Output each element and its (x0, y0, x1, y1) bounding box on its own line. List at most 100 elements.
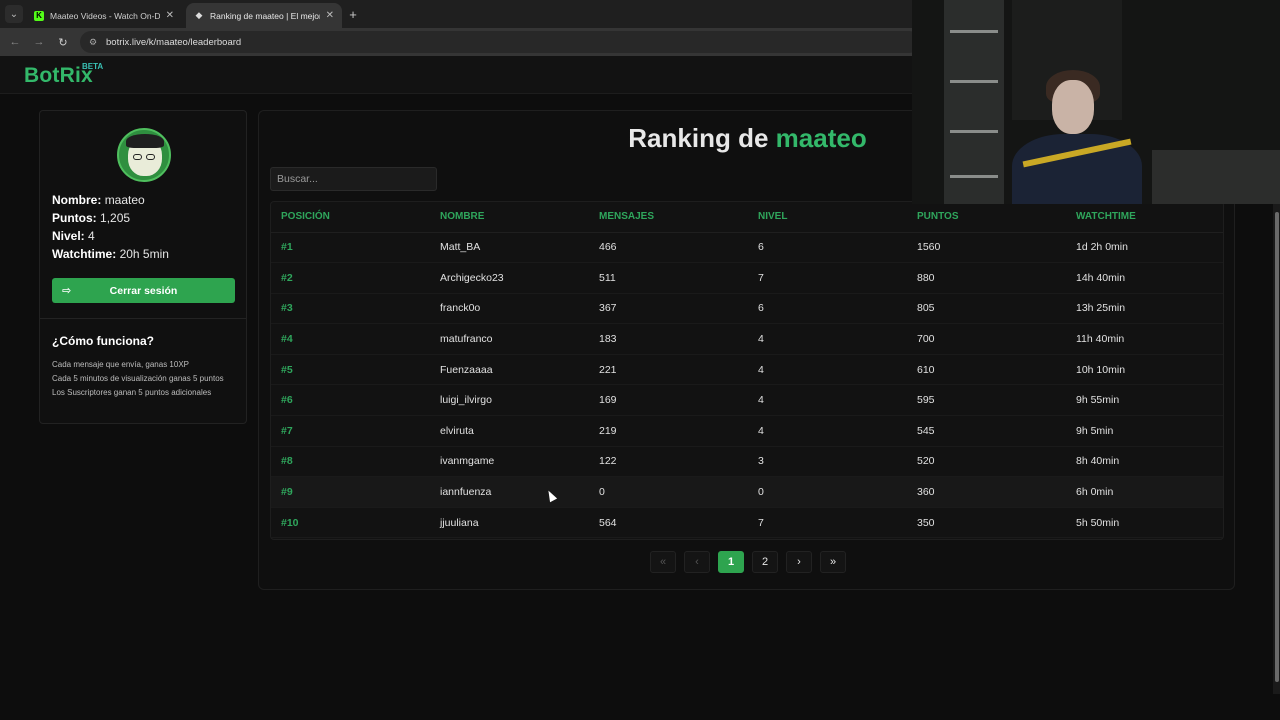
row-points: 700 (907, 323, 1066, 355)
row-name: franck0o (430, 293, 589, 325)
row-messages: 219 (589, 415, 748, 447)
kick-icon: K (34, 10, 44, 21)
row-watchtime: 9h 55min (1066, 384, 1223, 417)
profile-watchtime: Watchtime: 20h 5min (52, 247, 169, 261)
row-watchtime: 8h 40min (1066, 446, 1223, 478)
bookshelf (944, 0, 1004, 204)
row-name: Fuenzaaaa (430, 354, 589, 386)
reload-icon[interactable]: ↻ (56, 35, 70, 49)
webcam-overlay (912, 0, 1280, 204)
table-row[interactable]: #3 franck0o 367 6 805 13h 25min (271, 293, 1223, 325)
table-row[interactable]: #1 Matt_BA 466 6 1560 1d 2h 0min (271, 232, 1223, 264)
next-page-button[interactable]: › (786, 551, 812, 573)
row-points: 595 (907, 384, 1066, 417)
search-input[interactable] (270, 167, 437, 191)
profile-sidebar: Nombre: maateo Puntos: 1,205 Nivel: 4 Wa… (39, 110, 247, 424)
table-row[interactable]: #9 iannfuenza 0 0 360 6h 0min (271, 476, 1223, 508)
row-points: 805 (907, 293, 1066, 325)
row-watchtime: 5h 50min (1066, 507, 1223, 539)
table-row[interactable]: #4 matufranco 183 4 700 11h 40min (271, 323, 1223, 355)
row-messages: 221 (589, 354, 748, 386)
close-icon[interactable]: ✕ (166, 10, 174, 21)
url-text: botrix.live/k/maateo/leaderboard (106, 36, 242, 48)
row-points: 545 (907, 415, 1066, 447)
divider (40, 318, 246, 319)
row-level: 6 (748, 293, 907, 325)
url-field[interactable]: ⚙ botrix.live/k/maateo/leaderboard (80, 31, 920, 53)
row-watchtime: 13h 25min (1066, 293, 1223, 325)
row-messages: 367 (589, 293, 748, 325)
back-arrow-icon[interactable]: ← (8, 35, 22, 49)
page-1-button[interactable]: 1 (718, 551, 744, 573)
row-name: iannfuenza (430, 476, 589, 508)
column-header-name[interactable]: NOMBRE (430, 202, 589, 233)
column-header-messages[interactable]: MENSAJES (589, 202, 748, 233)
row-name: Archigecko23 (430, 262, 589, 294)
row-points: 520 (907, 446, 1066, 478)
row-watchtime: 11h 40min (1066, 323, 1223, 355)
table-header-row: POSICIÓN NOMBRE MENSAJES NIVEL PUNTOS WA… (271, 202, 1223, 233)
logout-icon: ⇨ (62, 285, 72, 297)
prev-page-button[interactable]: ‹ (684, 551, 710, 573)
table-row[interactable]: #5 Fuenzaaaa 221 4 610 10h 10min (271, 354, 1223, 386)
how-item: Cada mensaje que envía, ganas 10XP (52, 360, 189, 369)
row-position: #2 (271, 262, 430, 294)
row-position: #4 (271, 323, 430, 355)
row-points: 880 (907, 262, 1066, 294)
forward-arrow-icon[interactable]: → (32, 35, 46, 49)
beta-badge: BETA (82, 62, 104, 71)
close-icon[interactable]: ✕ (326, 10, 334, 21)
row-messages: 511 (589, 262, 748, 294)
row-watchtime: 1d 2h 0min (1066, 232, 1223, 264)
row-level: 0 (748, 476, 907, 508)
new-tab-plus-icon[interactable]: + (346, 5, 360, 23)
table-row[interactable]: #10 jjuuliana 564 7 350 5h 50min (271, 507, 1223, 539)
logout-button[interactable]: ⇨ Cerrar sesión (52, 278, 235, 303)
row-position: #5 (271, 354, 430, 386)
row-position: #1 (271, 232, 430, 264)
tab-search-dropdown-icon[interactable]: ⌄ (5, 5, 23, 23)
column-header-watchtime[interactable]: WATCHTIME (1066, 202, 1223, 233)
row-watchtime: 6h 0min (1066, 476, 1223, 508)
row-position: #6 (271, 384, 430, 417)
table-row[interactable]: #2 Archigecko23 511 7 880 14h 40min (271, 262, 1223, 294)
table-row[interactable]: #6 luigi_ilvirgo 169 4 595 9h 55min (271, 384, 1223, 417)
column-header-points[interactable]: PUNTOS (907, 202, 1066, 233)
row-position: #8 (271, 446, 430, 478)
row-messages: 564 (589, 507, 748, 539)
row-position: #7 (271, 415, 430, 447)
row-position: #10 (271, 507, 430, 539)
page-2-button[interactable]: 2 (752, 551, 778, 573)
column-header-position[interactable]: POSICIÓN (271, 202, 430, 233)
site-settings-icon[interactable]: ⚙ (88, 37, 98, 47)
row-watchtime: 9h 5min (1066, 415, 1223, 447)
profile-points: Puntos: 1,205 (52, 211, 131, 225)
botrix-icon: ◆ (195, 10, 203, 20)
row-name: luigi_ilvirgo (430, 384, 589, 417)
pagination: « ‹ 1 2 › » (650, 551, 846, 573)
background-wall (1152, 150, 1280, 204)
tab-title: Maateo Videos - Watch On-Demand (50, 10, 160, 21)
how-it-works-title: ¿Cómo funciona? (52, 334, 154, 348)
first-page-button[interactable]: « (650, 551, 676, 573)
row-level: 3 (748, 446, 907, 478)
row-position: #9 (271, 476, 430, 508)
last-page-button[interactable]: » (820, 551, 846, 573)
browser-tab-kick[interactable]: K Maateo Videos - Watch On-Demand ✕ (26, 3, 182, 28)
row-name: jjuuliana (430, 507, 589, 539)
row-watchtime: 10h 10min (1066, 354, 1223, 386)
row-messages: 0 (589, 476, 748, 508)
profile-level: Nivel: 4 (52, 229, 95, 243)
table-row[interactable]: #8 ivanmgame 122 3 520 8h 40min (271, 446, 1223, 478)
how-item: Los Suscriptores ganan 5 puntos adiciona… (52, 388, 212, 397)
how-item: Cada 5 minutos de visualización ganas 5 … (52, 374, 224, 383)
row-level: 7 (748, 262, 907, 294)
row-watchtime: 14h 40min (1066, 262, 1223, 294)
row-level: 4 (748, 415, 907, 447)
scrollbar-thumb[interactable] (1275, 212, 1279, 682)
browser-tab-botrix[interactable]: ◆ Ranking de maateo | El mejor s ✕ (186, 3, 342, 28)
column-header-level[interactable]: NIVEL (748, 202, 907, 233)
row-level: 4 (748, 354, 907, 386)
row-level: 4 (748, 323, 907, 355)
table-row[interactable]: #7 elviruta 219 4 545 9h 5min (271, 415, 1223, 447)
